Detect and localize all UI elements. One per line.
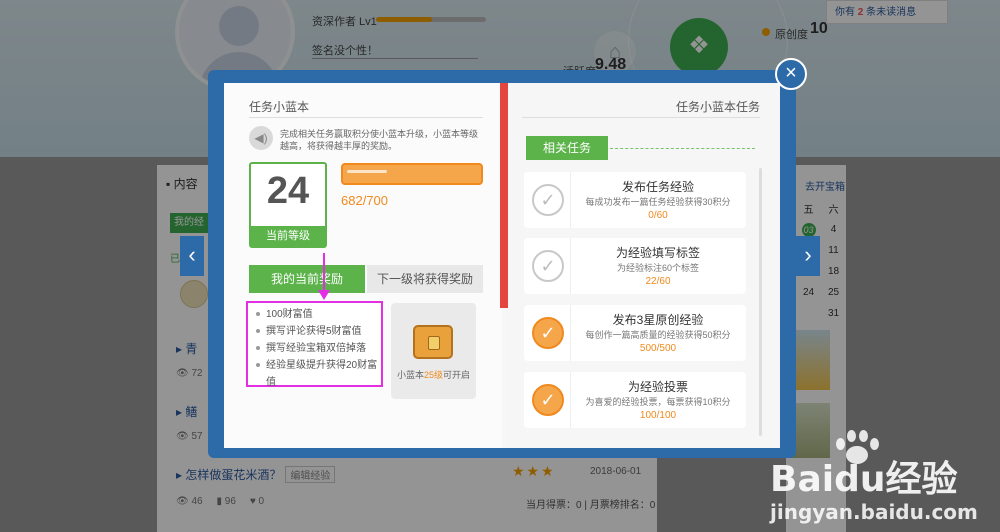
related-tasks-dash xyxy=(610,148,755,149)
reward-item: 撰写评论获得5财富值 xyxy=(256,323,381,340)
left-title-divider xyxy=(249,117,483,118)
chevron-left-icon[interactable]: ‹ xyxy=(180,236,204,276)
baidu-jingyan-watermark: Baidu经验 jingyan.baidu.com xyxy=(770,428,995,528)
task-description: 每成功发布一篇任务经验获得30积分 xyxy=(585,197,731,207)
check-icon: ✓ xyxy=(532,384,564,416)
annotation-arrow-head xyxy=(318,290,330,300)
reward-item: 撰写经验宝箱双倍掉落 xyxy=(256,340,381,357)
task-progress: 22/60 xyxy=(645,276,671,287)
task-card[interactable]: ✓ 为经验投票 为喜爱的经验投票，每票获得10积分 100/100 xyxy=(524,372,746,428)
rewards-list-box: 100财富值 撰写评论获得5财富值 撰写经验宝箱双倍掉落 经验星级提升获得20财… xyxy=(246,301,383,388)
check-icon: ✓ xyxy=(532,250,564,282)
right-page-title: 任务小蓝本任务 xyxy=(675,100,760,114)
chest-card[interactable]: 小蓝本25级可开启 xyxy=(391,303,476,399)
xp-progress-bar xyxy=(341,163,483,185)
left-page-title: 任务小蓝本 xyxy=(249,100,310,114)
treasure-chest-icon xyxy=(413,325,453,359)
level-number: 24 xyxy=(266,170,310,212)
watermark-brand: Baidu经验 xyxy=(770,459,958,500)
task-progress: 100/100 xyxy=(639,410,677,421)
task-card[interactable]: ✓ 发布3星原创经验 每创作一篇高质量的经验获得50积分 500/500 xyxy=(524,305,746,361)
annotation-arrow xyxy=(323,253,325,293)
chest-unlock-text: 小蓝本25级可开启 xyxy=(396,370,471,380)
task-description: 为喜爱的经验投票，每票获得10积分 xyxy=(585,397,731,407)
tab-current-rewards[interactable]: 我的当前奖励 xyxy=(249,265,365,293)
task-description: 每创作一篇高质量的经验获得50积分 xyxy=(585,330,731,340)
reward-item: 100财富值 xyxy=(256,306,381,323)
task-progress: 0/60 xyxy=(648,210,668,221)
close-icon[interactable]: × xyxy=(775,58,807,90)
task-name: 发布任务经验 xyxy=(621,180,694,194)
check-icon: ✓ xyxy=(532,317,564,349)
current-level-card: 24 当前等级 xyxy=(249,162,327,248)
task-name: 为经验填写标签 xyxy=(615,246,700,260)
speaker-icon: ◀) xyxy=(249,126,273,150)
task-card[interactable]: ✓ 发布任务经验 每成功发布一篇任务经验获得30积分 0/60 xyxy=(524,172,746,228)
chevron-right-icon[interactable]: › xyxy=(796,236,820,276)
task-list-scrollbar[interactable] xyxy=(759,168,762,436)
tab-next-level-rewards[interactable]: 下一级将获得奖励 xyxy=(367,265,483,293)
check-icon: ✓ xyxy=(532,184,564,216)
task-card[interactable]: ✓ 为经验填写标签 为经验标注60个标签 22/60 xyxy=(524,238,746,294)
task-description: 为经验标注60个标签 xyxy=(616,263,699,273)
reward-item: 经验星级提升获得20财富值 xyxy=(256,357,381,391)
level-caption: 当前等级 xyxy=(251,226,325,246)
xp-progress-text: 682/700 xyxy=(341,193,388,208)
book-spine xyxy=(500,83,508,308)
task-progress: 500/500 xyxy=(639,343,677,354)
task-name: 发布3星原创经验 xyxy=(612,313,704,327)
right-title-divider xyxy=(522,117,760,118)
related-tasks-label: 相关任务 xyxy=(526,136,608,160)
book-description: 完成相关任务赢取积分使小蓝本升级，小蓝本等级越高，将获得越丰厚的奖励。 xyxy=(280,129,479,151)
watermark-url: jingyan.baidu.com xyxy=(770,500,978,524)
task-name: 为经验投票 xyxy=(627,380,688,394)
